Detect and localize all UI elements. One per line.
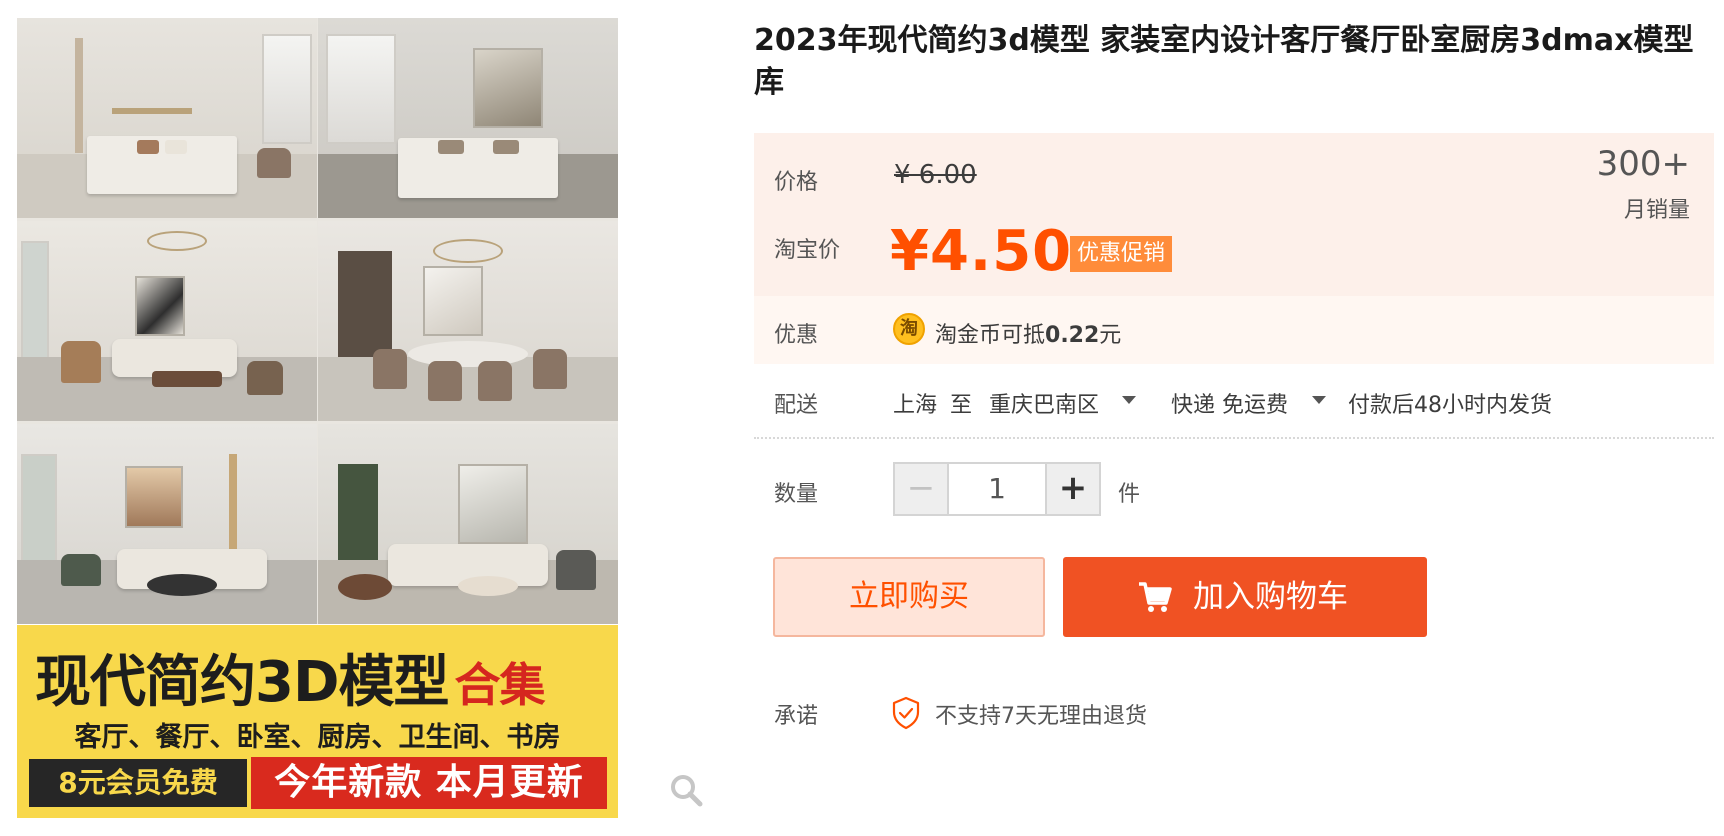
quantity-stepper[interactable]: − 1 + [893, 462, 1101, 516]
chevron-down-icon[interactable] [1122, 396, 1136, 404]
ship-to-word: 至 [950, 393, 973, 418]
product-image-gallery[interactable]: 现代简约3D模型 合集 客厅、餐厅、卧室、厨房、卫生间、书房 8元会员免费 今年新… [17, 18, 618, 818]
buy-now-button[interactable]: 立即购买 [773, 557, 1045, 637]
banner-member-tag: 8元会员免费 [29, 759, 247, 807]
product-title: 2023年现代简约3d模型 家装室内设计客厅餐厅卧室厨房3dmax模型库 [754, 23, 1694, 100]
ship-method-select[interactable]: 快递 免运费 [1171, 387, 1288, 419]
render-living-room-1 [17, 221, 317, 421]
banner-title: 现代简约3D模型 合集 [35, 650, 545, 715]
banner-update-tag: 今年新款 本月更新 [251, 757, 607, 809]
return-policy-text: 不支持7天无理由退货 [935, 704, 1147, 729]
decrease-quantity-button[interactable]: − [895, 464, 949, 514]
coin-discount-amount: 0.22 [1045, 323, 1100, 348]
add-to-cart-label: 加入购物车 [1193, 579, 1348, 615]
render-living-room-2 [17, 424, 317, 624]
banner-subtitle: 客厅、餐厅、卧室、厨房、卫生间、书房 [74, 722, 561, 753]
quantity-input[interactable]: 1 [949, 464, 1045, 514]
chevron-down-icon[interactable] [1312, 396, 1326, 404]
render-living-room-3 [318, 424, 618, 624]
promo-badge: 优惠促销 [1070, 236, 1173, 272]
promise-label: 承诺 [774, 704, 819, 729]
promo-banner: 现代简约3D模型 合集 客厅、餐厅、卧室、厨房、卫生间、书房 8元会员免费 今年新… [17, 625, 618, 818]
quantity-unit: 件 [1118, 482, 1141, 507]
monthly-sales-count: 300+ [1596, 144, 1690, 184]
coin-discount-text: 淘金币可抵0.22元 [935, 323, 1122, 348]
cart-icon [1139, 582, 1172, 612]
increase-quantity-button[interactable]: + [1045, 464, 1099, 514]
taojinbi-coin-icon: 淘 [893, 313, 925, 345]
monthly-sales-label: 月销量 [1623, 198, 1690, 223]
render-bedroom-1 [17, 18, 317, 218]
price-label: 价格 [774, 170, 819, 195]
ship-from: 上海 [893, 393, 938, 418]
discount-label: 优惠 [774, 323, 819, 348]
add-to-cart-button[interactable]: 加入购物车 [1063, 557, 1427, 637]
current-price: ¥4.50 [890, 219, 1073, 284]
dispatch-note: 付款后48小时内发货 [1348, 393, 1552, 418]
divider [754, 437, 1714, 439]
shipping-label: 配送 [774, 393, 819, 418]
quantity-label: 数量 [774, 482, 819, 507]
render-dining-room [318, 221, 618, 421]
shield-check-icon [892, 696, 920, 730]
ship-fee: 免运费 [1222, 393, 1289, 418]
banner-title-accent: 合集 [454, 658, 545, 712]
original-price: ¥ 6.00 [894, 160, 977, 190]
ship-destination-select[interactable]: 重庆巴南区 [989, 387, 1099, 419]
product-main-image [17, 18, 618, 624]
search-icon[interactable] [669, 773, 703, 807]
render-bedroom-2 [318, 18, 618, 218]
taobao-price-label: 淘宝价 [774, 238, 841, 263]
